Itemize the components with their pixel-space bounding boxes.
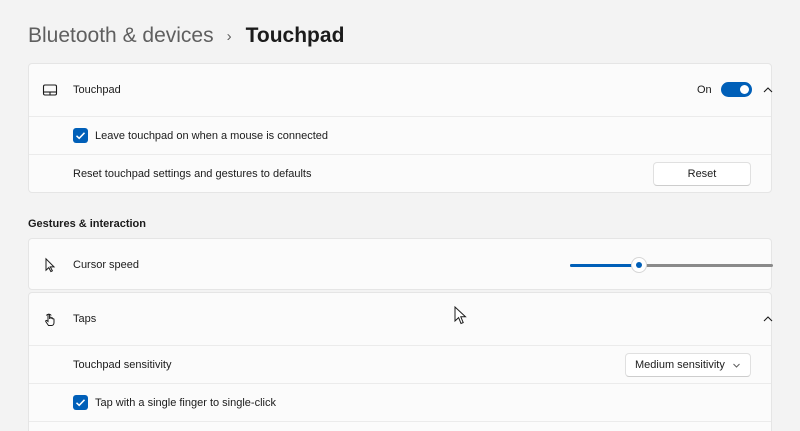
single-tap-row: Tap with a single finger to single-click [29,383,771,421]
toggle-knob [740,85,749,94]
cursor-icon [45,257,56,273]
touchpad-toggle[interactable] [721,82,752,97]
touchpad-toggle-state: On [697,84,712,96]
reset-row-label: Reset touchpad settings and gestures to … [73,168,312,180]
cursor-speed-label: Cursor speed [73,259,140,271]
reset-button[interactable]: Reset [653,162,751,186]
leave-on-row: Leave touchpad on when a mouse is connec… [29,116,771,154]
breadcrumb-separator: › [226,27,232,45]
sensitivity-dropdown[interactable]: Medium sensitivity [625,353,751,377]
mouse-pointer-icon [454,306,467,325]
cursor-speed-card: Cursor speed [28,238,773,290]
taps-header-row[interactable]: Taps [29,293,773,345]
next-row [29,421,771,431]
slider-fill [570,264,633,267]
breadcrumb: Bluetooth & devices › Touchpad [28,20,344,52]
taps-label: Taps [73,313,97,325]
chevron-down-icon [733,363,740,368]
cursor-speed-slider[interactable] [570,258,773,272]
touchpad-label: Touchpad [73,84,121,96]
tap-hand-icon [45,313,55,326]
sensitivity-label: Touchpad sensitivity [73,359,172,371]
single-tap-checkbox[interactable] [73,395,88,410]
single-tap-label: Tap with a single finger to single-click [95,397,276,409]
sensitivity-selected-value: Medium sensitivity [635,359,725,371]
sensitivity-row: Touchpad sensitivity Medium sensitivity [29,345,771,383]
touchpad-header-row[interactable]: Touchpad On [29,64,773,116]
checkmark-icon [75,399,86,407]
breadcrumb-parent-link[interactable]: Bluetooth & devices [28,24,214,48]
page-title: Touchpad [245,24,345,47]
reset-row: Reset touchpad settings and gestures to … [29,154,771,192]
touchpad-card: Touchpad On Leave touchpad on when a mou… [28,63,773,193]
leave-on-label: Leave touchpad on when a mouse is connec… [95,130,328,142]
touchpad-icon [42,84,58,96]
leave-on-checkbox[interactable] [73,128,88,143]
chevron-up-icon[interactable] [761,83,775,97]
slider-thumb[interactable] [632,258,646,272]
taps-card: Taps Touchpad sensitivity Medium sensiti… [28,292,773,431]
chevron-up-icon[interactable] [761,312,775,326]
settings-page: Bluetooth & devices › Touchpad Touchpad … [0,0,800,431]
gestures-section-heading: Gestures & interaction [28,218,146,230]
checkmark-icon [75,132,86,140]
